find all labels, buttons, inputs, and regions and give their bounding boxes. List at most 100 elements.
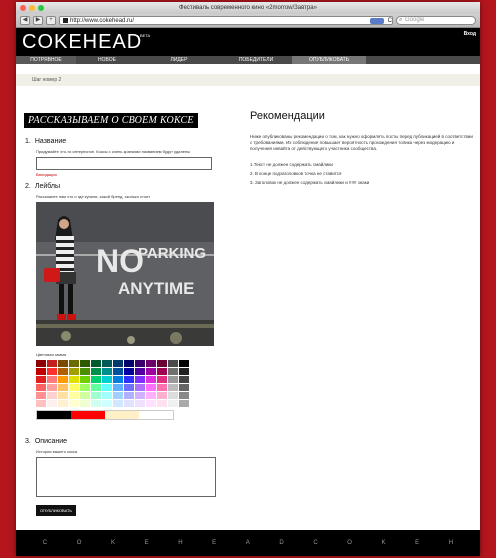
reload-icon[interactable]: C (388, 17, 392, 25)
color-swatch[interactable] (47, 392, 57, 399)
nav-item-leader[interactable]: ЛИДЕР (138, 56, 220, 64)
color-swatch[interactable] (69, 376, 79, 383)
color-swatch[interactable] (58, 368, 68, 375)
color-swatch[interactable] (102, 360, 112, 367)
nav-item-publish[interactable]: ОПУБЛИКОВАТЬ (292, 56, 366, 64)
color-swatch[interactable] (58, 392, 68, 399)
color-swatch[interactable] (168, 360, 178, 367)
color-swatch[interactable] (168, 384, 178, 391)
color-swatch[interactable] (179, 376, 189, 383)
color-swatch[interactable] (36, 376, 46, 383)
color-swatch[interactable] (102, 384, 112, 391)
color-swatch[interactable] (124, 368, 134, 375)
color-swatch[interactable] (135, 376, 145, 383)
color-swatch[interactable] (168, 400, 178, 407)
publish-button[interactable]: ОПУБЛИКОВАТЬ (36, 505, 77, 516)
color-swatch[interactable] (47, 384, 57, 391)
selected-color-swatch[interactable] (105, 411, 139, 419)
color-swatch[interactable] (113, 376, 123, 383)
color-swatch[interactable] (124, 376, 134, 383)
color-swatch[interactable] (113, 400, 123, 407)
color-swatch[interactable] (157, 368, 167, 375)
color-swatch[interactable] (58, 384, 68, 391)
color-swatch[interactable] (113, 368, 123, 375)
color-swatch[interactable] (146, 400, 156, 407)
color-swatch[interactable] (135, 360, 145, 367)
nav-item-winners[interactable]: ПОБЕДИТЕЛИ (220, 56, 292, 64)
color-swatch[interactable] (179, 392, 189, 399)
color-swatch[interactable] (80, 376, 90, 383)
color-swatch[interactable] (168, 376, 178, 383)
color-swatch[interactable] (146, 392, 156, 399)
color-swatch[interactable] (113, 384, 123, 391)
color-swatch[interactable] (69, 400, 79, 407)
color-swatch[interactable] (179, 400, 189, 407)
color-swatch[interactable] (36, 360, 46, 367)
color-swatch[interactable] (91, 360, 101, 367)
color-swatch[interactable] (36, 368, 46, 375)
close-window-icon[interactable] (20, 5, 26, 11)
color-swatch[interactable] (47, 360, 57, 367)
color-swatch[interactable] (80, 392, 90, 399)
description-textarea[interactable] (36, 457, 216, 497)
color-swatch[interactable] (91, 400, 101, 407)
color-swatch[interactable] (80, 368, 90, 375)
color-swatch[interactable] (102, 376, 112, 383)
forward-icon[interactable]: ▶ (33, 16, 43, 25)
color-swatch[interactable] (135, 384, 145, 391)
color-swatch[interactable] (102, 400, 112, 407)
color-swatch[interactable] (69, 384, 79, 391)
color-swatch[interactable] (168, 368, 178, 375)
color-swatch[interactable] (113, 360, 123, 367)
color-swatch[interactable] (157, 400, 167, 407)
color-swatch[interactable] (157, 384, 167, 391)
selected-color-swatch[interactable] (71, 411, 105, 419)
color-swatch[interactable] (124, 360, 134, 367)
color-swatch[interactable] (69, 368, 79, 375)
color-swatch[interactable] (146, 368, 156, 375)
color-swatch[interactable] (124, 400, 134, 407)
selected-color-swatch[interactable] (37, 411, 71, 419)
search-field[interactable]: Google (396, 16, 476, 25)
rss-icon[interactable] (369, 17, 384, 24)
title-input[interactable] (36, 157, 212, 170)
color-swatch[interactable] (157, 360, 167, 367)
add-icon[interactable]: + (46, 16, 56, 25)
color-swatch[interactable] (102, 368, 112, 375)
color-swatch[interactable] (36, 384, 46, 391)
color-swatch[interactable] (91, 384, 101, 391)
back-icon[interactable]: ◀ (20, 16, 30, 25)
address-bar[interactable]: http://www.cokehead.ru/ C (59, 16, 393, 25)
color-swatch[interactable] (58, 360, 68, 367)
minimize-window-icon[interactable] (29, 5, 35, 11)
color-swatch[interactable] (36, 392, 46, 399)
color-swatch[interactable] (47, 400, 57, 407)
color-swatch[interactable] (135, 368, 145, 375)
color-swatch[interactable] (69, 392, 79, 399)
nav-item-new[interactable]: НОВОЕ (76, 56, 138, 64)
color-swatch[interactable] (146, 360, 156, 367)
color-swatch[interactable] (69, 360, 79, 367)
color-swatch[interactable] (168, 392, 178, 399)
uploaded-photo[interactable]: NO PARKING ANYTIME (36, 202, 214, 346)
color-swatch[interactable] (58, 400, 68, 407)
color-swatch[interactable] (179, 384, 189, 391)
color-swatch[interactable] (146, 384, 156, 391)
color-swatch[interactable] (179, 368, 189, 375)
color-swatch[interactable] (179, 360, 189, 367)
color-swatch[interactable] (135, 392, 145, 399)
color-swatch[interactable] (80, 384, 90, 391)
color-swatch[interactable] (124, 384, 134, 391)
color-swatch[interactable] (157, 392, 167, 399)
selected-color-swatch[interactable] (139, 411, 173, 419)
color-swatch[interactable] (157, 376, 167, 383)
color-swatch[interactable] (80, 360, 90, 367)
color-swatch[interactable] (102, 392, 112, 399)
login-link[interactable]: Вход (464, 31, 476, 37)
color-swatch[interactable] (91, 368, 101, 375)
color-swatch[interactable] (135, 400, 145, 407)
color-swatch[interactable] (47, 376, 57, 383)
color-swatch[interactable] (36, 400, 46, 407)
color-swatch[interactable] (113, 392, 123, 399)
color-swatch[interactable] (91, 376, 101, 383)
